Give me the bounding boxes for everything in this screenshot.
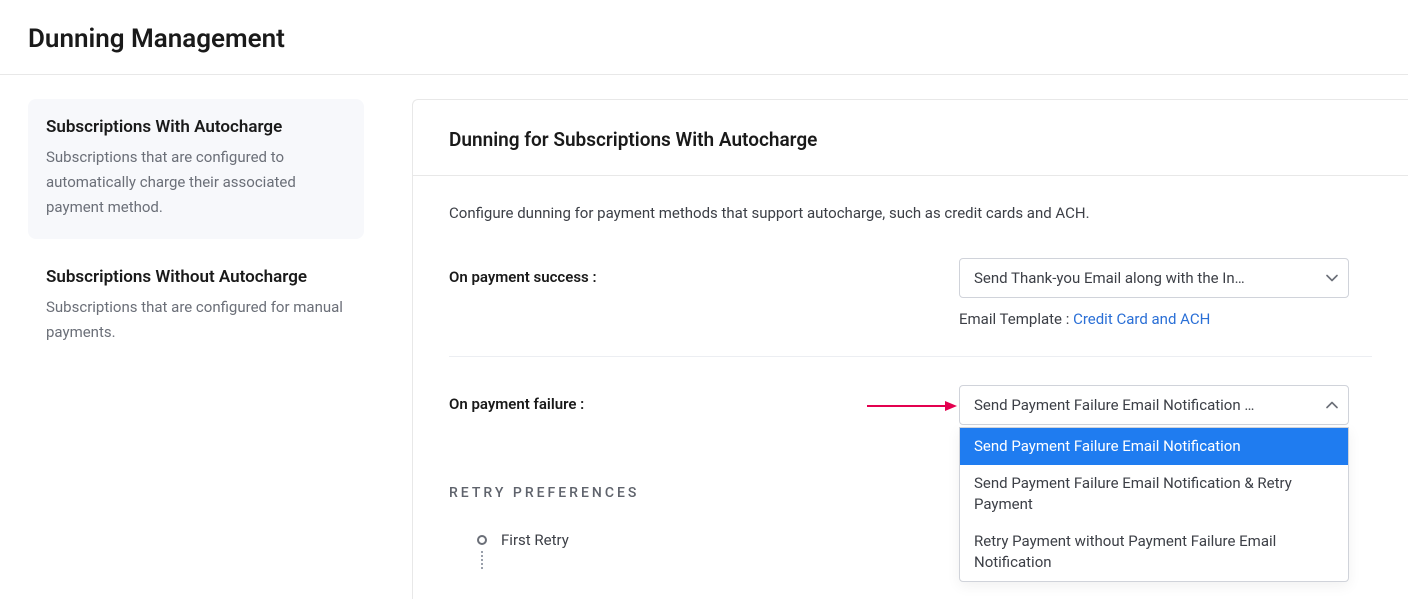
sidebar-item-title: Subscriptions Without Autocharge (46, 267, 346, 287)
setting-control-failure: Send Payment Failure Email Notification … (959, 385, 1349, 425)
failure-option-retry-no-email[interactable]: Retry Payment without Payment Failure Em… (960, 523, 1348, 581)
setting-label-success: On payment success : (449, 258, 959, 286)
main-panel-body: Configure dunning for payment methods th… (413, 176, 1408, 569)
setting-label-failure: On payment failure : (449, 385, 959, 413)
email-template-label: Email Template : (959, 310, 1073, 328)
page-title: Dunning Management (28, 24, 1380, 54)
chevron-down-icon (1326, 271, 1338, 285)
sidebar-item-without-autocharge[interactable]: Subscriptions Without Autocharge Subscri… (28, 249, 364, 365)
retry-step-connector (481, 551, 483, 569)
setting-control-success: Send Thank-you Email along with the In… … (959, 258, 1349, 328)
setting-row-payment-failure: On payment failure : Send Payment Failur… (449, 385, 1372, 425)
setting-row-payment-success: On payment success : Send Thank-you Emai… (449, 258, 1372, 328)
success-action-select[interactable]: Send Thank-you Email along with the In… (959, 258, 1349, 298)
failure-action-dropdown: Send Payment Failure Email Notification … (959, 427, 1349, 582)
main-panel-header: Dunning for Subscriptions With Autocharg… (413, 100, 1408, 176)
main-panel: Dunning for Subscriptions With Autocharg… (412, 99, 1408, 599)
email-template-line: Email Template : Credit Card and ACH (959, 310, 1349, 328)
sidebar-item-desc: Subscriptions that are configured for ma… (46, 295, 346, 345)
success-action-selected: Send Thank-you Email along with the In… (974, 269, 1312, 287)
email-template-link[interactable]: Credit Card and ACH (1073, 310, 1210, 328)
divider (449, 356, 1372, 357)
page-header: Dunning Management (0, 0, 1408, 75)
sidebar-item-desc: Subscriptions that are configured to aut… (46, 145, 346, 219)
failure-option-send-email[interactable]: Send Payment Failure Email Notification (960, 428, 1348, 465)
chevron-up-icon (1326, 398, 1338, 412)
failure-option-send-email-retry[interactable]: Send Payment Failure Email Notification … (960, 465, 1348, 523)
body-wrap: Subscriptions With Autocharge Subscripti… (0, 75, 1408, 599)
sidebar-item-title: Subscriptions With Autocharge (46, 117, 346, 137)
panel-intro-text: Configure dunning for payment methods th… (449, 204, 1372, 222)
failure-action-select[interactable]: Send Payment Failure Email Notification … (959, 385, 1349, 425)
failure-action-selected: Send Payment Failure Email Notification … (974, 396, 1312, 414)
main-panel-title: Dunning for Subscriptions With Autocharg… (449, 128, 1372, 151)
sidebar: Subscriptions With Autocharge Subscripti… (0, 99, 382, 599)
sidebar-item-with-autocharge[interactable]: Subscriptions With Autocharge Subscripti… (28, 99, 364, 239)
retry-step-label: First Retry (501, 531, 569, 549)
retry-step-node-icon (477, 535, 487, 545)
